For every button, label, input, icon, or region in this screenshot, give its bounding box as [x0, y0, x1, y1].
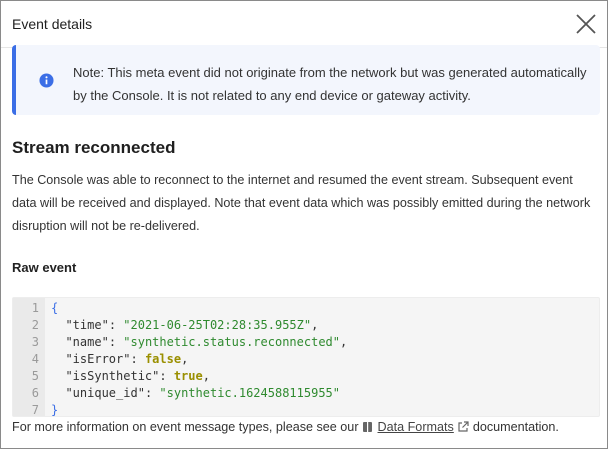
line-number: 2: [31, 318, 39, 332]
data-formats-link[interactable]: Data Formats: [378, 420, 454, 434]
json-key: "time": [65, 318, 109, 332]
close-brace: }: [51, 403, 59, 417]
event-details-modal: Event details Note: This meta event did …: [0, 0, 608, 449]
close-button[interactable]: [571, 9, 601, 39]
line-number: 6: [31, 386, 39, 400]
modal-title: Event details: [12, 16, 93, 32]
json-key: "isSynthetic": [65, 369, 160, 383]
code-line: "name": "synthetic.status.reconnected",: [65, 335, 348, 349]
json-separator: ,: [202, 369, 210, 383]
footer-prefix: For more information on event message ty…: [12, 420, 359, 434]
json-key: "unique_id": [65, 386, 145, 400]
line-number: 7: [31, 403, 39, 417]
meta-event-notice: Note: This meta event did not originate …: [12, 45, 600, 115]
line-number: 1: [31, 301, 39, 315]
json-separator: ,: [340, 335, 348, 349]
modal-header: Event details: [1, 1, 607, 48]
json-separator: ,: [181, 352, 189, 366]
json-value: "2021-06-25T02:28:35.955Z": [123, 318, 312, 332]
code-line: }: [51, 402, 347, 419]
code-line: {: [51, 300, 347, 317]
close-icon: [576, 14, 596, 34]
notice-text: Note: This meta event did not originate …: [73, 65, 587, 103]
json-key: "name": [65, 335, 109, 349]
code-line: "time": "2021-06-25T02:28:35.955Z",: [65, 318, 319, 332]
footer-note: For more information on event message ty…: [12, 420, 602, 434]
event-title: Stream reconnected: [12, 138, 176, 157]
json-separator: ,: [311, 318, 319, 332]
code-lines: { "time": "2021-06-25T02:28:35.955Z", "n…: [51, 300, 347, 419]
code-line: "unique_id": "synthetic.1624588115955": [65, 386, 341, 400]
line-number: 3: [31, 335, 39, 349]
line-number: 4: [31, 352, 39, 366]
open-brace: {: [51, 301, 59, 315]
json-value: false: [144, 352, 182, 366]
line-number: 5: [31, 369, 39, 383]
footer-suffix: documentation.: [472, 420, 559, 434]
raw-event-code-block[interactable]: 1 2 3 4 5 6 7 { "time": "2021-06-25T02:28:35.9…: [12, 297, 600, 417]
external-link-icon[interactable]: [457, 421, 469, 433]
json-value: "synthetic.1624588115955": [159, 386, 341, 400]
event-description: The Console was able to reconnect to the…: [12, 173, 591, 233]
code-line: "isError": false,: [65, 352, 189, 366]
json-value: "synthetic.status.reconnected": [123, 335, 341, 349]
json-value: true: [173, 369, 203, 383]
info-icon: [39, 73, 54, 88]
raw-event-label: Raw event: [12, 260, 77, 275]
json-key: "isError": [65, 352, 131, 366]
book-icon: [363, 422, 373, 432]
code-line: "isSynthetic": true,: [65, 369, 210, 383]
line-number-gutter: 1 2 3 4 5 6 7: [13, 298, 45, 417]
